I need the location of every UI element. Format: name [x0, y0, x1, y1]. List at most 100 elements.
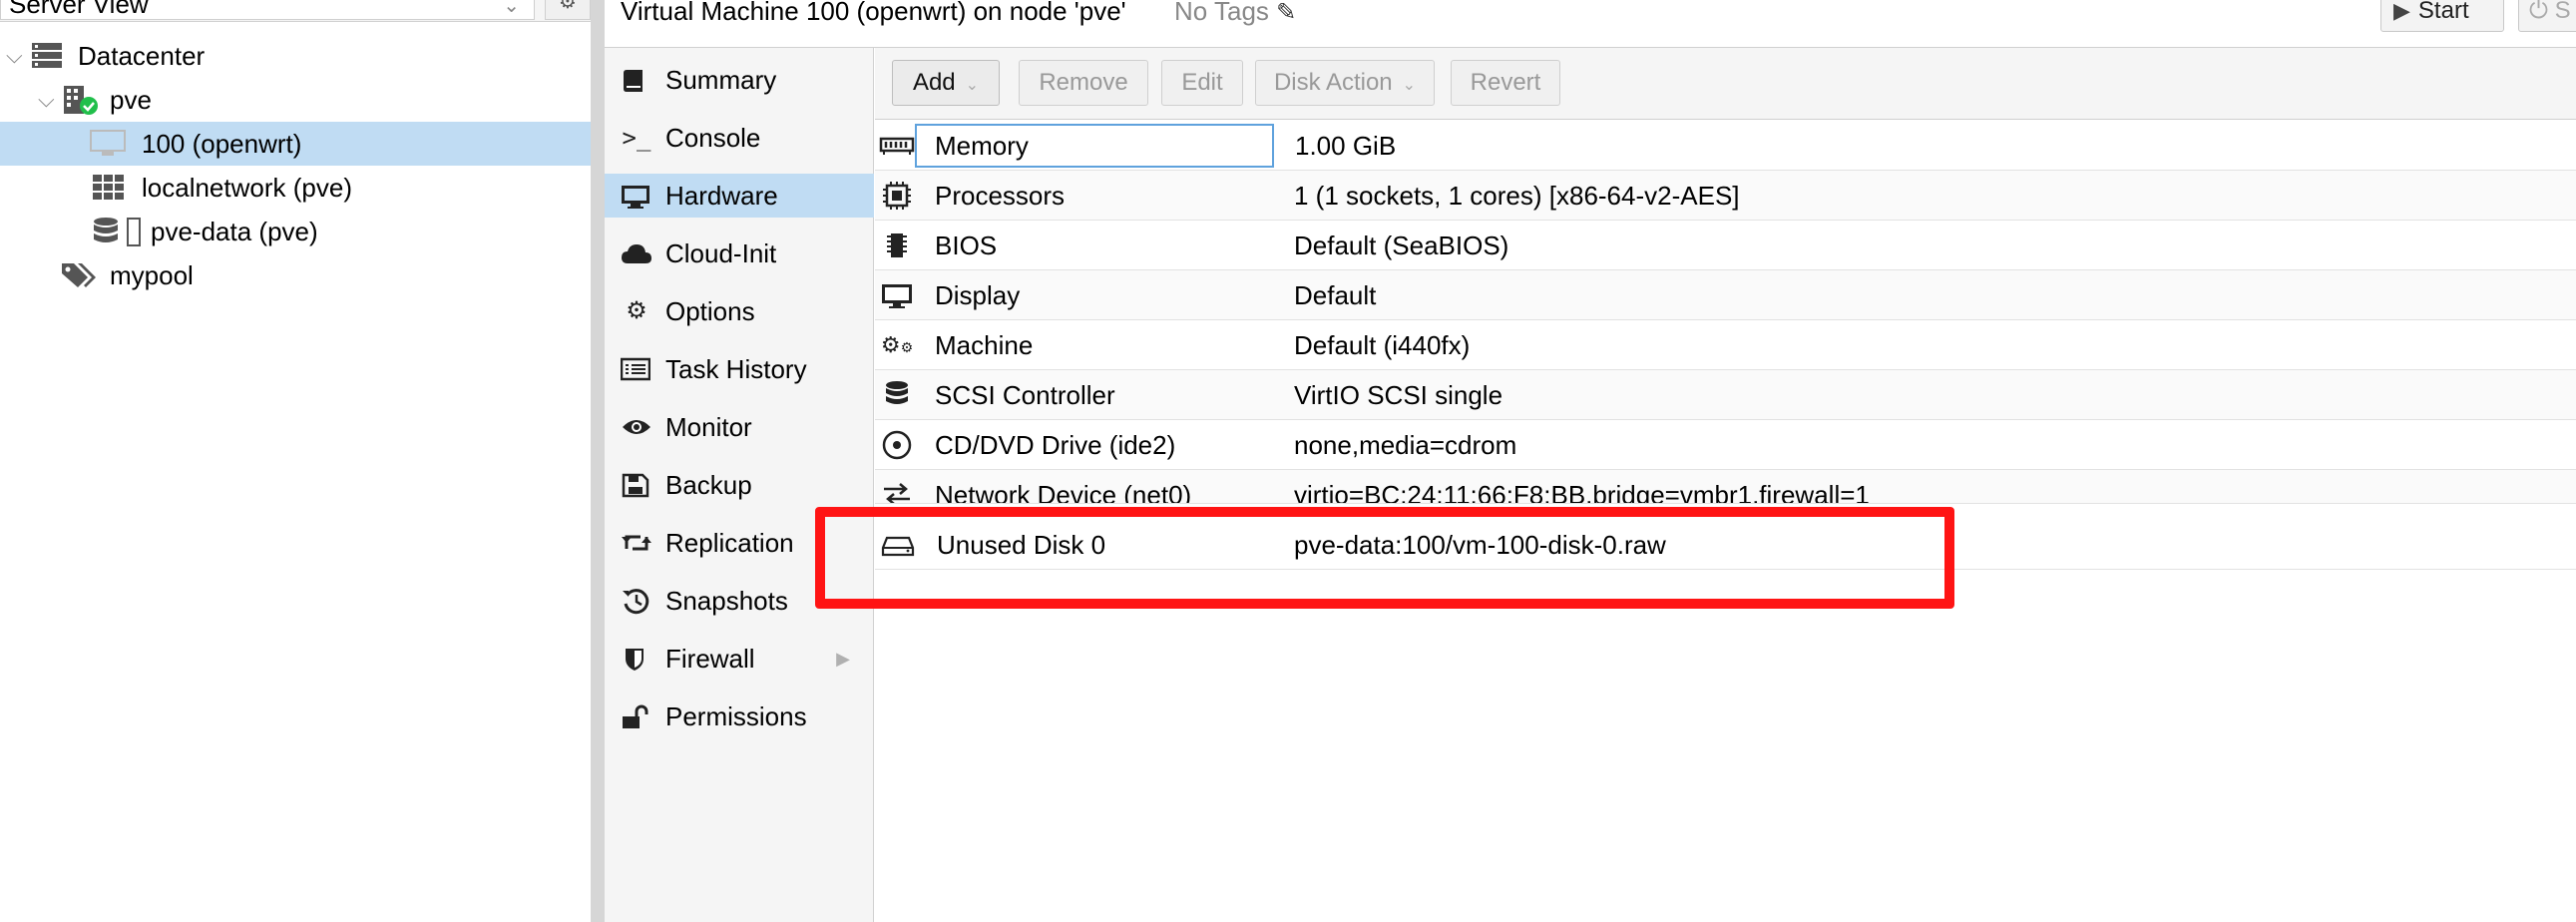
retweet-icon [621, 521, 652, 565]
hardware-name: SCSI Controller [935, 380, 1115, 410]
hardware-name: Network Device (net0) [935, 480, 1192, 504]
menu-item-label: Hardware [665, 181, 778, 211]
edit-label: Edit [1181, 69, 1223, 96]
play-icon: ▶ [2393, 0, 2410, 23]
hardware-row-memory[interactable]: Memory 1.00 GiB [875, 121, 2576, 171]
storage-icon [92, 218, 148, 246]
menu-item-summary[interactable]: Summary [605, 58, 874, 102]
collapse-arrow-icon[interactable]: ⌵ [6, 34, 23, 78]
node-online-icon [62, 86, 98, 115]
menu-item-backup[interactable]: Backup [605, 463, 874, 507]
tree-item-datacenter[interactable]: ⌵ Datacenter [0, 34, 591, 78]
shutdown-label: S [2554, 0, 2571, 24]
tree-item-localnetwork[interactable]: localnetwork (pve) [0, 166, 591, 210]
memory-icon [879, 121, 915, 171]
cogs-icon: ⚙⚙ [880, 332, 914, 357]
gear-icon: ⚙ [626, 297, 647, 324]
cpu-icon [879, 171, 915, 221]
chevron-down-icon: ⌄ [965, 77, 980, 94]
chevron-down-icon: ⌄ [503, 0, 520, 17]
list-alt-icon [621, 347, 652, 391]
tree-item-node-pve[interactable]: ⌵ pve [0, 78, 591, 122]
disk-action-button[interactable]: Disk Action ⌄ [1255, 60, 1435, 106]
datacenter-icon [30, 42, 64, 70]
menu-item-label: Options [665, 296, 755, 326]
menu-item-console[interactable]: >_ Console [605, 116, 874, 160]
menu-item-label: Replication [665, 528, 794, 558]
history-icon [621, 579, 652, 623]
tree-item-label: 100 (openwrt) [142, 129, 302, 159]
vm-header: Virtual Machine 100 (openwrt) on node 'p… [605, 0, 2576, 48]
hardware-value: Default (i440fx) [1294, 330, 1471, 360]
menu-item-task-history[interactable]: Task History [605, 347, 874, 391]
remove-button[interactable]: Remove [1019, 60, 1148, 106]
tags-label: No Tags [1174, 0, 1269, 26]
book-icon [621, 58, 652, 102]
tags-editor[interactable]: No Tags ✎ [1174, 0, 1296, 28]
hardware-row-processors[interactable]: Processors 1 (1 sockets, 1 cores) [x86-6… [875, 171, 2576, 221]
expand-arrow-icon[interactable]: ▶ [836, 637, 850, 681]
panel-splitter[interactable] [591, 0, 605, 922]
menu-item-permissions[interactable]: Permissions [605, 694, 874, 738]
tree-item-label: localnetwork (pve) [142, 173, 352, 203]
hardware-row-display[interactable]: Display Default [875, 270, 2576, 320]
menu-item-label: Monitor [665, 412, 752, 442]
terminal-icon: >_ [622, 124, 651, 152]
chevron-down-icon: ⌄ [1402, 77, 1417, 94]
pencil-icon[interactable]: ✎ [1276, 0, 1296, 26]
menu-item-cloud-init[interactable]: Cloud-Init [605, 231, 874, 275]
menu-item-label: Summary [665, 65, 777, 95]
cloud-icon [621, 231, 652, 275]
tree-item-vm-100[interactable]: 100 (openwrt) [0, 122, 591, 166]
exchange-icon [879, 470, 915, 503]
collapse-arrow-icon[interactable]: ⌵ [38, 78, 55, 122]
hardware-row-scsi-controller[interactable]: SCSI Controller VirtIO SCSI single [875, 370, 2576, 420]
unlock-icon [621, 694, 652, 738]
hardware-row-bios[interactable]: BIOS Default (SeaBIOS) [875, 221, 2576, 270]
edit-button[interactable]: Edit [1161, 60, 1243, 106]
add-button[interactable]: Add ⌄ [892, 60, 1000, 106]
tree-item-label: Datacenter [78, 41, 206, 71]
hardware-name: Machine [935, 330, 1034, 360]
hardware-value: 1.00 GiB [1295, 131, 1397, 161]
hardware-value: Default (SeaBIOS) [1294, 230, 1509, 260]
hardware-toolbar: Add ⌄ Remove Edit Disk Action ⌄ Revert [875, 48, 2576, 120]
menu-item-hardware[interactable]: Hardware [605, 174, 874, 218]
tree-item-pve-data[interactable]: pve-data (pve) [0, 210, 591, 253]
eye-icon [621, 405, 652, 449]
hardware-value: virtio=BC:24:11:66:F8:BB,bridge=vmbr1,fi… [1294, 480, 1870, 504]
tree-item-mypool[interactable]: mypool [0, 253, 591, 297]
menu-item-firewall[interactable]: Firewall ▶ [605, 637, 874, 681]
shutdown-button[interactable]: ⏻ S [2518, 0, 2576, 32]
view-select[interactable]: Server View ⌄ [0, 0, 535, 20]
hardware-row-network[interactable]: Network Device (net0) virtio=BC:24:11:66… [875, 470, 2576, 504]
tree-item-label: mypool [110, 260, 194, 290]
vm-config-menu: Summary >_ Console Hardware Cloud-Init ⚙… [605, 48, 874, 922]
hardware-name: BIOS [935, 230, 998, 260]
tree-item-label: pve [110, 85, 152, 115]
hardware-row-cdrom[interactable]: CD/DVD Drive (ide2) none,media=cdrom [875, 420, 2576, 470]
menu-item-options[interactable]: ⚙ Options [605, 289, 874, 333]
hardware-name: Memory [935, 131, 1029, 161]
highlight-annotation-box [815, 507, 1954, 609]
revert-label: Revert [1470, 69, 1541, 96]
resource-tree-panel: Server View ⌄ ⚙ ⌵ Datacenter ⌵ pve 100 (… [0, 0, 591, 922]
menu-item-label: Snapshots [665, 586, 788, 616]
start-label: Start [2417, 0, 2469, 24]
menu-item-monitor[interactable]: Monitor [605, 405, 874, 449]
start-button[interactable]: ▶ Start [2380, 0, 2504, 32]
remove-label: Remove [1039, 69, 1128, 96]
hardware-value: VirtIO SCSI single [1294, 380, 1503, 410]
page-title: Virtual Machine 100 (openwrt) on node 'p… [621, 0, 1126, 26]
revert-button[interactable]: Revert [1451, 60, 1560, 106]
add-label: Add [912, 69, 956, 96]
hardware-value: Default [1294, 280, 1377, 310]
sdn-zone-icon [92, 174, 126, 202]
gear-icon[interactable]: ⚙ [545, 0, 591, 20]
menu-item-label: Cloud-Init [665, 238, 777, 268]
hardware-name: Processors [935, 181, 1066, 211]
cdrom-icon [879, 420, 915, 470]
floppy-icon [621, 463, 652, 507]
menu-item-label: Permissions [665, 701, 807, 731]
hardware-row-machine[interactable]: ⚙⚙ Machine Default (i440fx) [875, 320, 2576, 370]
